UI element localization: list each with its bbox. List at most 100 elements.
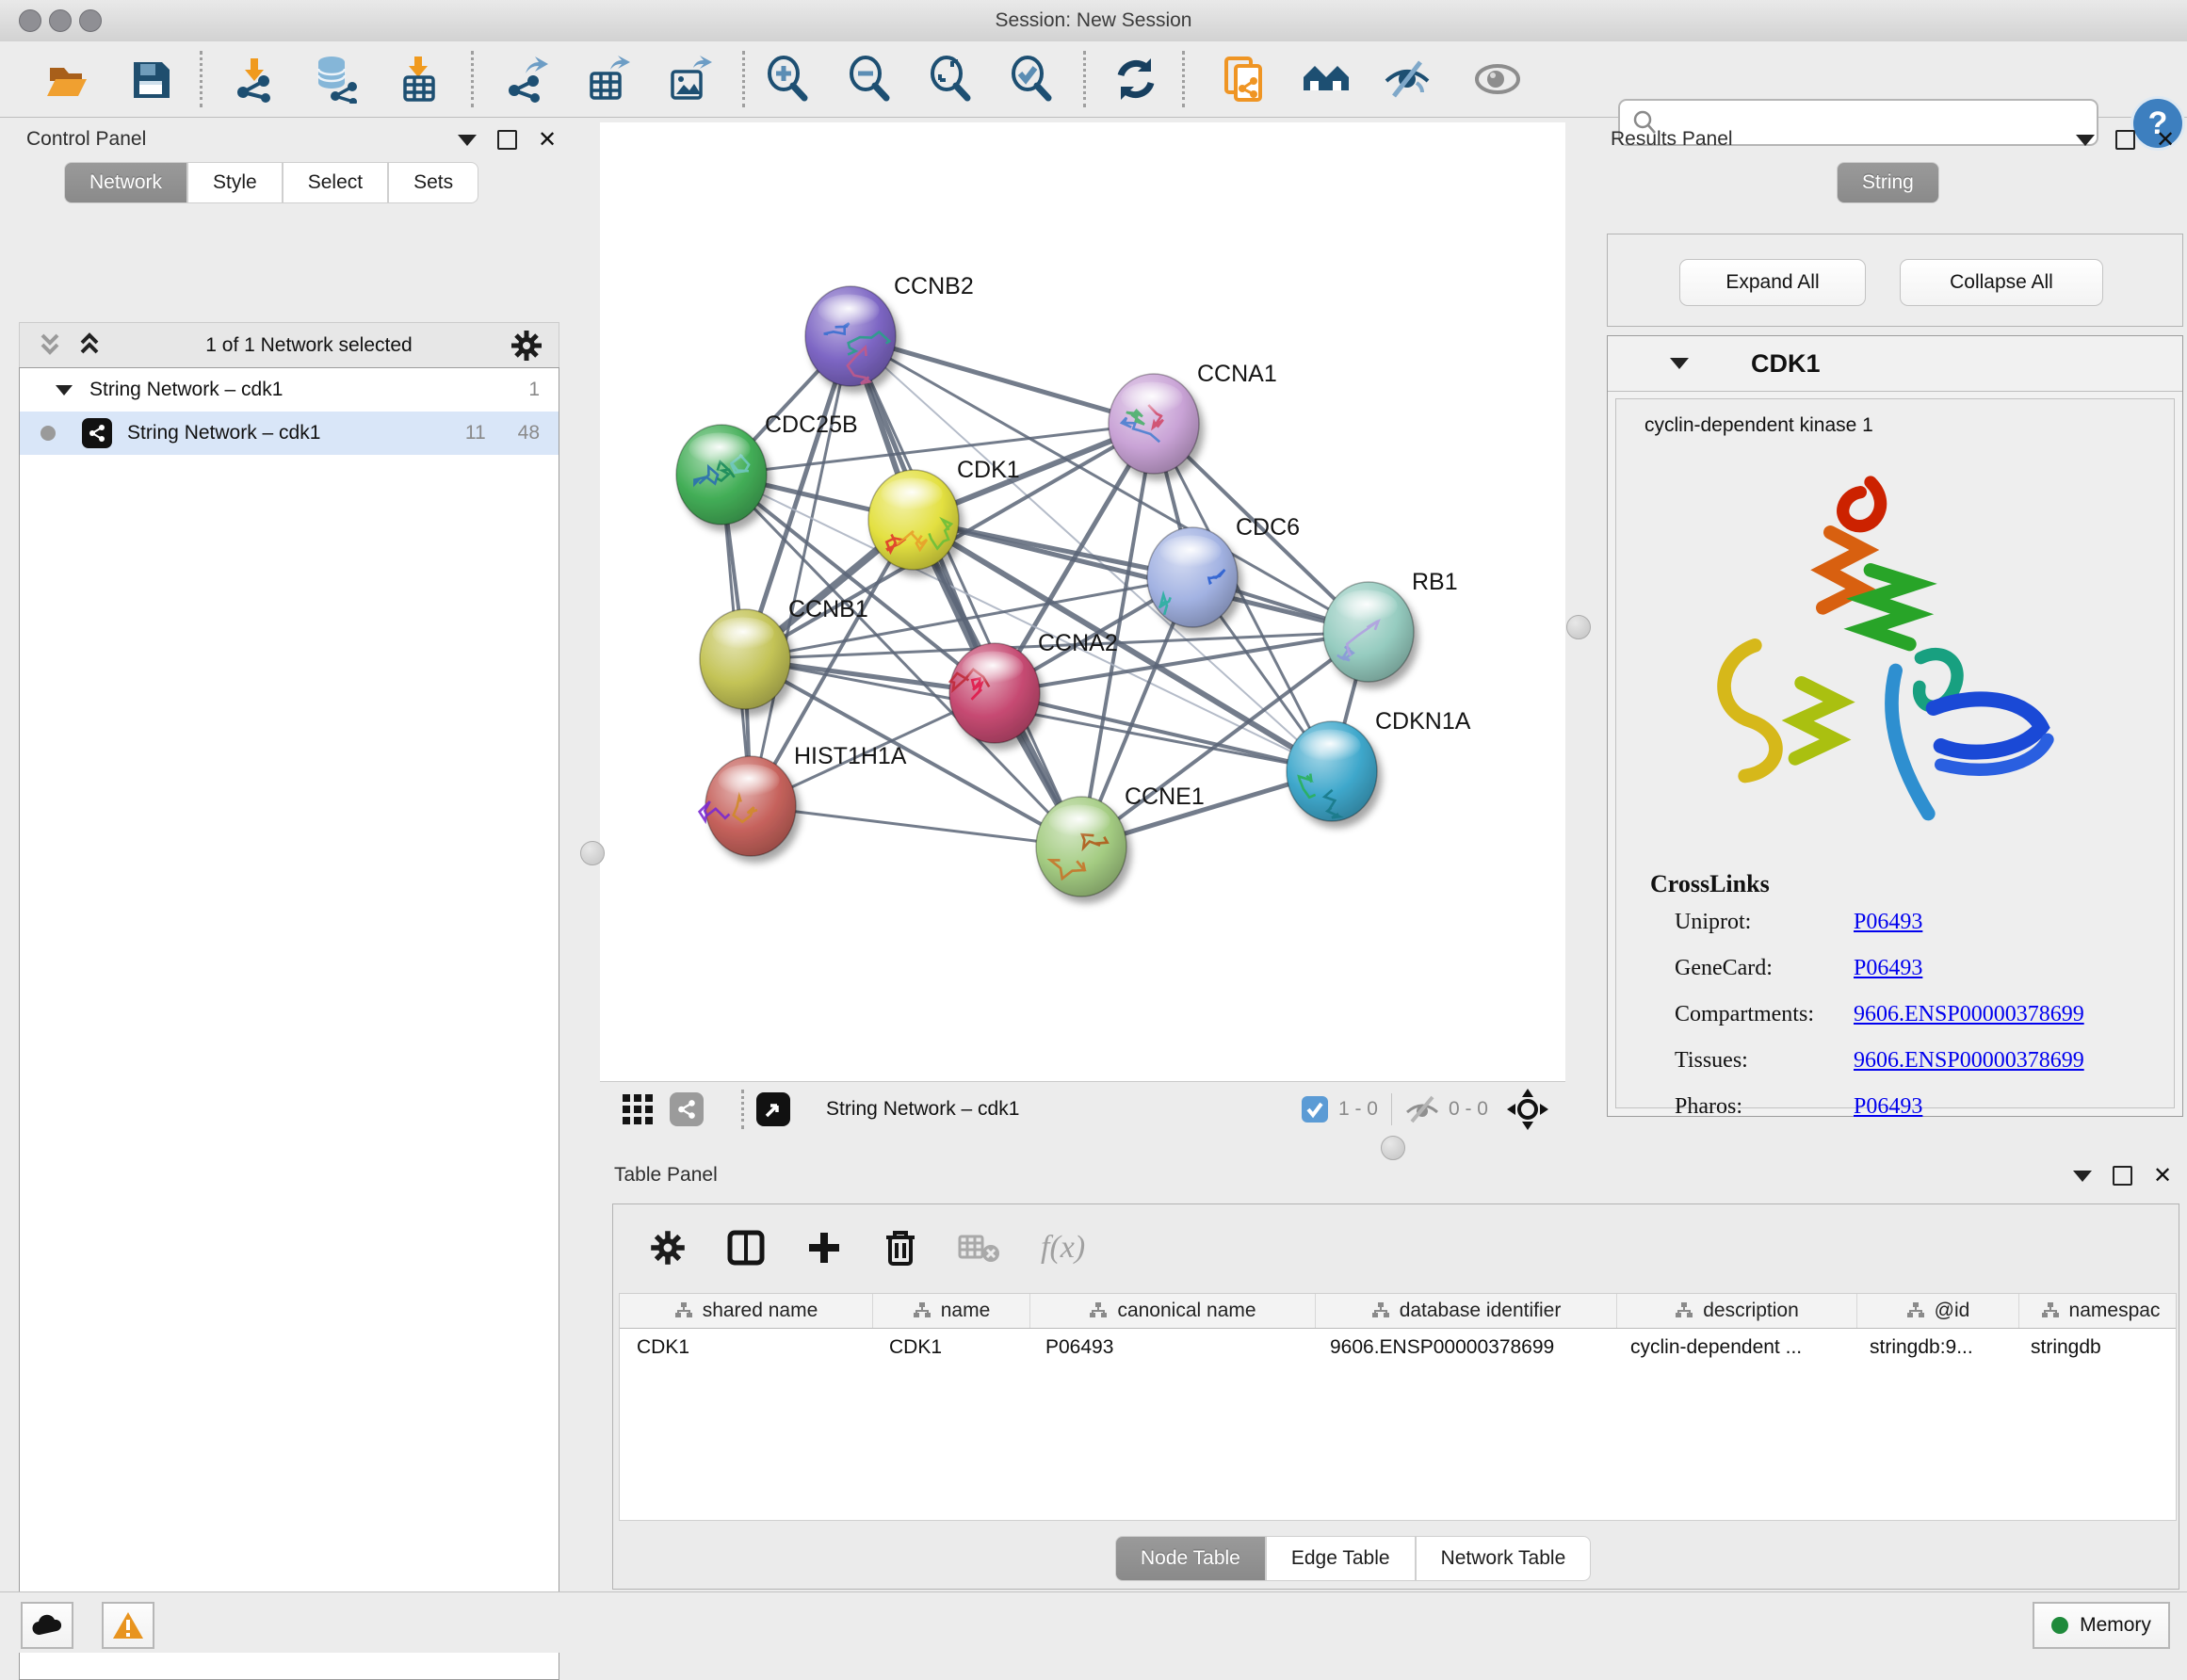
- memory-button[interactable]: Memory: [2033, 1602, 2170, 1649]
- gear-icon[interactable]: [510, 329, 543, 363]
- export-image-icon[interactable]: [663, 55, 712, 104]
- vertical-splitter-grip[interactable]: [1566, 615, 1591, 639]
- tab-edge-table[interactable]: Edge Table: [1266, 1536, 1416, 1581]
- node-label: CCNE1: [1125, 783, 1205, 810]
- node-gloss-highlight: [688, 432, 750, 464]
- grid-view-icon[interactable]: [621, 1092, 655, 1126]
- column-header[interactable]: @id: [1857, 1294, 2019, 1328]
- network-node-cdc25b[interactable]: CDC25B: [676, 412, 858, 525]
- network-collection-row[interactable]: String Network – cdk1 1: [20, 368, 559, 412]
- crosslink-row: GeneCard:P06493: [1675, 956, 2155, 981]
- string-home-icon[interactable]: [1302, 55, 1351, 104]
- hide-graphics-icon[interactable]: [1383, 55, 1432, 104]
- tab-sets[interactable]: Sets: [388, 162, 478, 203]
- table-settings-gear-icon[interactable]: [649, 1229, 687, 1267]
- panel-float-icon[interactable]: [2113, 1166, 2132, 1186]
- network-node-hist1h1a[interactable]: HIST1H1A: [700, 743, 907, 856]
- network-selection-status: 1 of 1 Network selected: [108, 334, 510, 357]
- panel-close-icon[interactable]: ✕: [2153, 1168, 2172, 1184]
- network-canvas[interactable]: CCNB2CCNA1CDC25BCDK1CDC6RB1CCNB1CCNA2CDK…: [600, 122, 1565, 1081]
- delete-column-icon[interactable]: [883, 1228, 918, 1268]
- import-table-icon[interactable]: [394, 55, 443, 104]
- zoom-in-icon[interactable]: [763, 55, 812, 104]
- panel-float-icon[interactable]: [2115, 130, 2135, 150]
- network-row[interactable]: String Network – cdk1 11 48: [20, 412, 559, 455]
- network-node-cdkn1a[interactable]: CDKN1A: [1287, 708, 1471, 821]
- crosslink-link[interactable]: 9606.ENSP00000378699: [1854, 1048, 2084, 1074]
- clone-network-icon[interactable]: [1221, 55, 1270, 104]
- entry-collapse-icon[interactable]: [1670, 358, 1689, 369]
- crosslink-link[interactable]: 9606.ENSP00000378699: [1854, 1002, 2084, 1027]
- column-type-icon: [674, 1301, 693, 1320]
- hidden-count: 0 - 0: [1449, 1098, 1488, 1121]
- hidden-eye-icon[interactable]: [1403, 1093, 1441, 1125]
- column-header[interactable]: canonical name: [1030, 1294, 1316, 1328]
- network-edge[interactable]: [751, 336, 850, 806]
- table-row[interactable]: CDK1CDK1P064939606.ENSP00000378699cyclin…: [620, 1329, 2176, 1366]
- export-network-icon[interactable]: [501, 55, 550, 104]
- column-header[interactable]: name: [873, 1294, 1030, 1328]
- network-edge[interactable]: [995, 693, 1332, 771]
- control-panel-tabs: Network Style Select Sets: [64, 162, 478, 203]
- show-columns-icon[interactable]: [726, 1228, 766, 1268]
- network-node-ccnb1[interactable]: CCNB1: [700, 596, 868, 709]
- tab-network[interactable]: Network: [64, 162, 187, 203]
- column-header[interactable]: shared name: [620, 1294, 873, 1328]
- network-node-ccna1[interactable]: CCNA1: [1109, 361, 1277, 474]
- fit-content-crosshair-icon[interactable]: [1507, 1089, 1548, 1130]
- birdseye-view-icon[interactable]: [756, 1092, 790, 1126]
- column-header[interactable]: database identifier: [1316, 1294, 1617, 1328]
- expand-all-chevron-icon[interactable]: [76, 331, 108, 360]
- zoom-fit-icon[interactable]: [926, 55, 975, 104]
- network-node-ccnb2[interactable]: CCNB2: [805, 273, 974, 386]
- panel-close-icon[interactable]: ✕: [2156, 132, 2175, 148]
- selected-checkbox-icon[interactable]: [1301, 1095, 1329, 1123]
- panel-float-icon[interactable]: [497, 130, 517, 150]
- panel-menu-icon[interactable]: [2076, 135, 2095, 146]
- collapse-all-chevron-icon[interactable]: [37, 331, 69, 360]
- crosslink-label: Tissues:: [1675, 1048, 1854, 1074]
- collapse-all-button[interactable]: Collapse All: [1900, 259, 2103, 306]
- export-table-icon[interactable]: [582, 55, 631, 104]
- network-view-toolbar: String Network – cdk1 1 - 0 0 - 0: [600, 1081, 1565, 1136]
- show-graphics-icon[interactable]: [1473, 55, 1522, 104]
- table-tabs: Node Table Edge Table Network Table: [1115, 1536, 1591, 1581]
- panel-menu-icon[interactable]: [458, 135, 477, 146]
- cloud-button[interactable]: [21, 1602, 73, 1649]
- expand-all-button[interactable]: Expand All: [1679, 259, 1866, 306]
- warning-button[interactable]: [102, 1602, 154, 1649]
- column-header[interactable]: namespac: [2019, 1294, 2177, 1328]
- crosslink-link[interactable]: P06493: [1854, 956, 1922, 981]
- refresh-icon[interactable]: [1111, 55, 1160, 104]
- toolbar-separator: [471, 51, 474, 107]
- tab-select[interactable]: Select: [283, 162, 388, 203]
- panel-menu-icon[interactable]: [2073, 1171, 2092, 1182]
- save-session-icon[interactable]: [126, 55, 175, 104]
- function-builder-icon[interactable]: f(x): [1041, 1230, 1085, 1266]
- node-label: CCNB1: [788, 596, 868, 622]
- import-network-database-icon[interactable]: [311, 55, 360, 104]
- tab-string[interactable]: String: [1837, 162, 1939, 203]
- tab-node-table[interactable]: Node Table: [1115, 1536, 1266, 1581]
- network-edge[interactable]: [751, 806, 1081, 847]
- panel-close-icon[interactable]: ✕: [538, 132, 557, 148]
- open-session-icon[interactable]: [41, 55, 90, 104]
- import-network-icon[interactable]: [230, 55, 279, 104]
- crosslink-label: Compartments:: [1675, 1002, 1854, 1027]
- tab-style[interactable]: Style: [187, 162, 283, 203]
- string-view-icon[interactable]: [670, 1092, 704, 1126]
- network-edge[interactable]: [850, 336, 1154, 424]
- column-header[interactable]: description: [1617, 1294, 1857, 1328]
- vertical-splitter-grip[interactable]: [580, 841, 605, 865]
- zoom-selected-icon[interactable]: [1007, 55, 1056, 104]
- tree-expander-icon[interactable]: [56, 385, 73, 396]
- network-node-rb1[interactable]: RB1: [1323, 569, 1458, 682]
- add-column-icon[interactable]: [805, 1229, 843, 1267]
- delete-table-icon[interactable]: [958, 1231, 1001, 1265]
- crosslink-link[interactable]: P06493: [1854, 910, 1922, 935]
- horizontal-splitter-grip[interactable]: [1381, 1136, 1405, 1160]
- network-edge[interactable]: [850, 336, 1081, 847]
- tab-network-table[interactable]: Network Table: [1416, 1536, 1592, 1581]
- crosslink-link[interactable]: P06493: [1854, 1094, 1922, 1120]
- zoom-out-icon[interactable]: [845, 55, 894, 104]
